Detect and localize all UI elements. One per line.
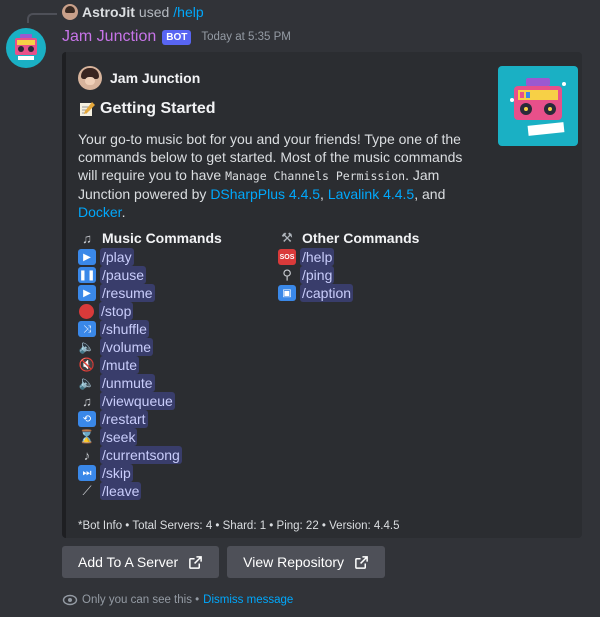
music-heading-text: Music Commands [102, 230, 222, 246]
slash-command-link[interactable]: /skip [100, 464, 133, 482]
external-link-icon [189, 555, 203, 569]
reply-username[interactable]: AstroJit [82, 4, 135, 20]
view-repository-button[interactable]: View Repository [227, 546, 386, 578]
stop-icon [79, 303, 94, 319]
command-row: ⏭/skip [78, 464, 222, 482]
slash-command-link[interactable]: /pause [100, 266, 147, 284]
embed-footer: *Bot Info • Total Servers: 4 • Shard: 1 … [78, 520, 400, 532]
external-link-icon [355, 555, 368, 569]
embed-author-name: Jam Junction [110, 70, 201, 86]
broom-icon: ⟋ [82, 483, 92, 498]
magnifier-icon: ⚲ [282, 267, 292, 282]
slash-command-link[interactable]: /viewqueue [100, 392, 175, 410]
desc-end: . [121, 204, 126, 220]
picture-icon: ▣ [278, 285, 296, 301]
mute-icon: 🔇 [78, 357, 96, 372]
command-row: ⤨/shuffle [78, 320, 222, 338]
author-avatar-icon [78, 66, 102, 90]
slash-command-link[interactable]: /seek [100, 428, 138, 446]
add-to-server-label: Add To A Server [78, 554, 179, 570]
note-icon: ♪ [83, 447, 91, 463]
slash-command-link[interactable]: /mute [100, 356, 140, 374]
bot-badge: BOT [162, 29, 192, 45]
pause-icon: ❚❚ [78, 267, 96, 283]
command-row: 🔇 /mute [78, 356, 222, 374]
embed-author: Jam Junction [78, 66, 200, 90]
slash-command-link[interactable]: /unmute [100, 374, 155, 392]
reply-user-avatar[interactable] [62, 4, 78, 20]
reply-used-text: used [138, 4, 170, 20]
add-to-server-button[interactable]: Add To A Server [62, 546, 220, 578]
command-row: ⚲ /ping [278, 266, 419, 284]
notes-icon: ♫ [82, 393, 92, 409]
lavalink-link[interactable]: Lavalink 4.4.5 [328, 186, 414, 202]
eye-icon [62, 594, 78, 606]
slash-command-link[interactable]: /volume [100, 338, 154, 356]
desc-sep-2: , and [414, 186, 446, 202]
command-row: ▣/caption [278, 284, 419, 302]
shuffle-icon: ⤨ [78, 321, 96, 337]
embed-thumbnail[interactable] [498, 66, 578, 146]
bot-username[interactable]: Jam Junction [62, 28, 156, 46]
command-row: ⌛ /seek [78, 428, 222, 446]
permission-code: Manage Channels Permission [225, 169, 406, 183]
command-row: ⟋ /leave [78, 482, 222, 500]
command-row: SOS/help [278, 248, 419, 266]
reply-spine [27, 13, 57, 23]
command-row: /stop [78, 302, 222, 320]
message-header: Jam Junction BOT Today at 5:35 PM [62, 28, 291, 46]
other-commands-field: ⚒ Other Commands SOS/help ⚲/ping ▣/caption [278, 228, 419, 302]
play-icon: ▶ [78, 249, 96, 265]
embed-title-text: Getting Started [100, 100, 216, 117]
help-embed: Jam Junction Getting Started Your go-to … [62, 52, 582, 538]
slash-command-link[interactable]: /shuffle [100, 320, 149, 338]
reply-command-link[interactable]: /help [173, 4, 203, 20]
play-icon: ▶ [78, 285, 96, 301]
docker-link[interactable]: Docker [78, 204, 122, 220]
hourglass-icon: ⌛ [78, 429, 96, 444]
command-row: ♪ /currentsong [78, 446, 222, 464]
dsharpplus-link[interactable]: DSharpPlus 4.4.5 [210, 186, 320, 202]
slash-command-link[interactable]: /caption [300, 284, 354, 302]
speaker-icon: 🔈 [78, 375, 96, 390]
speaker-icon: 🔈 [78, 339, 96, 354]
command-row: 🔈 /unmute [78, 374, 222, 392]
message-timestamp[interactable]: Today at 5:35 PM [201, 31, 291, 43]
other-heading-text: Other Commands [302, 230, 420, 246]
command-row: ▶/play [78, 248, 222, 266]
repeat-icon: ⟲ [78, 411, 96, 427]
dismiss-message-link[interactable]: Dismiss message [203, 594, 293, 606]
memo-icon [78, 100, 96, 118]
other-commands-heading: ⚒ Other Commands [278, 228, 419, 248]
view-repository-label: View Repository [243, 554, 345, 570]
sos-icon: SOS [278, 249, 296, 265]
command-row: ♫ /viewqueue [78, 392, 222, 410]
notes-icon: ♫ [82, 230, 92, 246]
desc-sep-1: , [320, 186, 328, 202]
bot-avatar[interactable] [6, 28, 46, 68]
music-commands-heading: ♫ Music Commands [78, 228, 222, 248]
embed-title: Getting Started [78, 100, 216, 118]
slash-command-link[interactable]: /restart [100, 410, 148, 428]
ephemeral-notice: Only you can see this • Dismiss message [62, 592, 293, 608]
ephemeral-text: Only you can see this • [82, 594, 200, 606]
command-row: 🔈 /volume [78, 338, 222, 356]
slash-command-link[interactable]: /stop [99, 302, 134, 320]
music-commands-field: ♫ Music Commands ▶/play ❚❚/pause ▶/resume /… [78, 228, 222, 500]
slash-command-link[interactable]: /ping [300, 266, 335, 284]
reply-context[interactable]: AstroJit used /help [62, 4, 204, 20]
action-buttons: Add To A Server View Repository [62, 546, 386, 578]
slash-command-link[interactable]: /currentsong [100, 446, 182, 464]
command-row: ▶/resume [78, 284, 222, 302]
next-track-icon: ⏭ [78, 465, 96, 481]
command-row: ❚❚/pause [78, 266, 222, 284]
slash-command-link[interactable]: /help [300, 248, 335, 266]
slash-command-link[interactable]: /resume [100, 284, 155, 302]
embed-description: Your go-to music bot for you and your fr… [78, 130, 478, 221]
slash-command-link[interactable]: /leave [100, 482, 142, 500]
command-row: ⟲/restart [78, 410, 222, 428]
tools-icon: ⚒ [281, 230, 293, 245]
slash-command-link[interactable]: /play [100, 248, 134, 266]
